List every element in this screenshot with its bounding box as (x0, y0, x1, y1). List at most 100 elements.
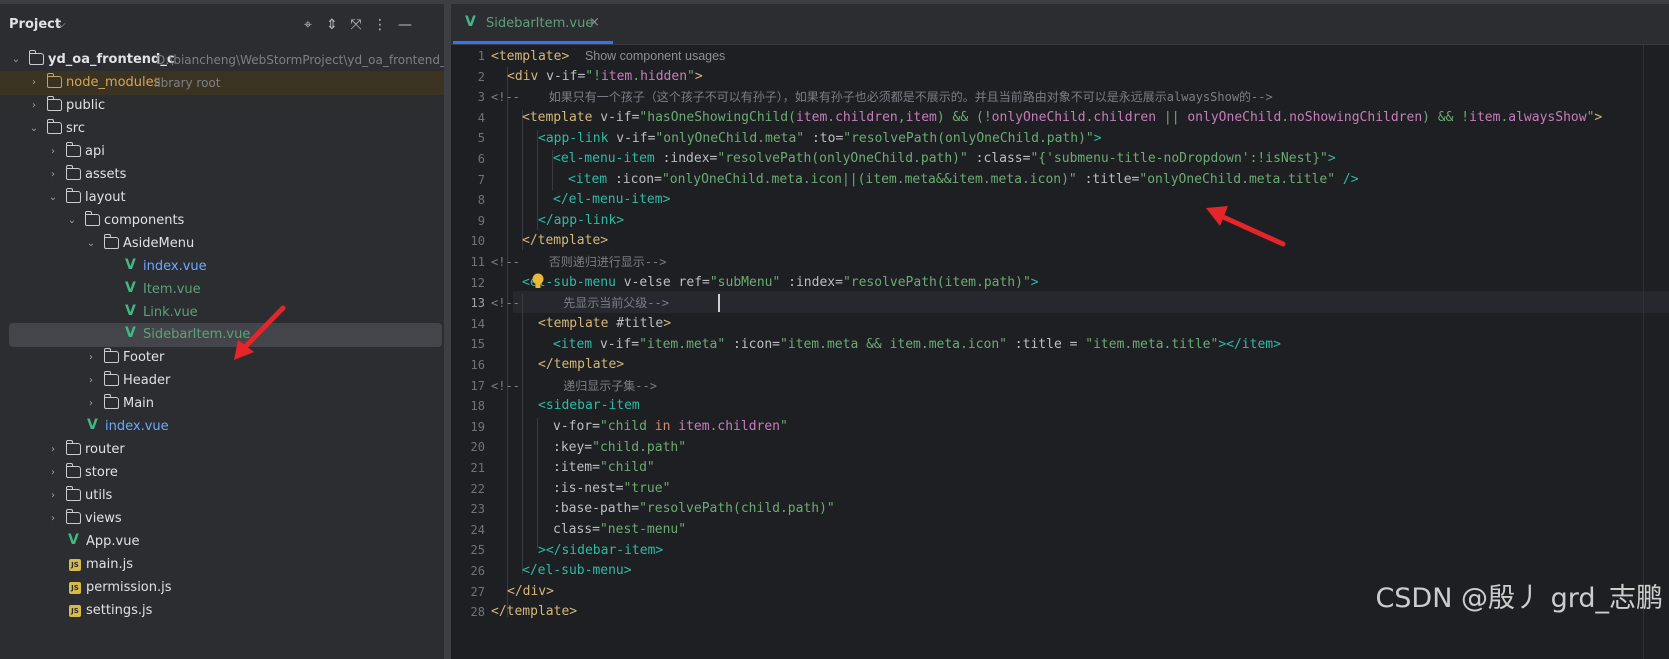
chevron-right-icon[interactable]: › (85, 392, 97, 416)
line-number[interactable]: 16 (451, 354, 485, 376)
tree-item-public[interactable]: › public (0, 94, 444, 118)
code-line-1[interactable]: <template> Show component usages (491, 45, 725, 68)
code-line-5[interactable]: <app-link v-if="onlyOneChild.meta" :to="… (538, 128, 1102, 150)
tree-item-node-modules[interactable]: › node_modules library root (0, 71, 444, 95)
code-line-14[interactable]: <template #title> (538, 313, 671, 335)
tree-item-header[interactable]: › Header (0, 369, 444, 393)
code-line-6[interactable]: <el-menu-item :index="resolvePath(onlyOn… (553, 148, 1336, 170)
code-line-9[interactable]: </app-link> (538, 210, 624, 232)
code-line-7[interactable]: <item :icon="onlyOneChild.meta.icon||(it… (568, 169, 1359, 191)
chevron-right-icon[interactable]: › (47, 438, 59, 462)
code-line-4[interactable]: <template v-if="hasOneShowingChild(item.… (522, 107, 1602, 129)
tree-item-src[interactable]: ⌄ src (0, 117, 444, 141)
line-number[interactable]: 19 (451, 416, 485, 438)
chevron-down-icon[interactable]: ⌵ (58, 19, 66, 30)
tree-item-index-vue[interactable]: V index.vue (0, 255, 444, 279)
code-line-17[interactable]: <!-- 递归显示子集--> (491, 375, 657, 397)
chevron-right-icon[interactable]: › (47, 140, 59, 164)
line-number[interactable]: 27 (451, 581, 485, 603)
expand-all-icon[interactable]: ⇕ (322, 15, 342, 35)
line-number[interactable]: 4 (451, 107, 485, 129)
line-number[interactable]: 7 (451, 169, 485, 191)
tree-item-api[interactable]: › api (0, 140, 444, 164)
code-line-2[interactable]: <div v-if="!item.hidden"> (507, 66, 703, 88)
tree-item-sidebaritem-vue[interactable]: V SidebarItem.vue (9, 323, 442, 347)
code-line-26[interactable]: </el-sub-menu> (522, 560, 632, 582)
tree-item-asidemenu[interactable]: ⌄ AsideMenu (0, 232, 444, 256)
code-line-10[interactable]: </template> (522, 230, 608, 252)
code-line-21[interactable]: :item="child" (553, 457, 655, 479)
chevron-right-icon[interactable]: › (85, 369, 97, 393)
code-line-13[interactable]: <!-- 先显示当前父级--> (491, 292, 669, 314)
code-line-27[interactable]: </div> (507, 581, 554, 603)
line-number[interactable]: 22 (451, 478, 485, 500)
line-number[interactable]: 28 (451, 601, 485, 623)
tree-item-settings-js[interactable]: JS settings.js (0, 599, 444, 623)
tree-item-root[interactable]: ⌄ yd_oa_frontend_c D:\biancheng\WebStorm… (0, 48, 444, 72)
close-icon[interactable]: × (589, 15, 600, 30)
line-number[interactable]: 2 (451, 66, 485, 88)
chevron-right-icon[interactable]: › (85, 346, 97, 370)
panel-splitter[interactable] (444, 4, 451, 659)
line-number[interactable]: 8 (451, 189, 485, 211)
chevron-down-icon[interactable]: ⌄ (85, 232, 97, 256)
tree-item-link-vue[interactable]: V Link.vue (0, 301, 444, 325)
tree-item-views[interactable]: › views (0, 507, 444, 531)
line-number[interactable]: 24 (451, 519, 485, 541)
tree-item-main-js[interactable]: JS main.js (0, 553, 444, 577)
tree-item-item-vue[interactable]: V Item.vue (0, 278, 444, 302)
line-number[interactable]: 15 (451, 333, 485, 355)
line-number[interactable]: 10 (451, 230, 485, 252)
tree-item-utils[interactable]: › utils (0, 484, 444, 508)
code-line-19[interactable]: v-for="child in item.children" (553, 416, 788, 438)
line-number[interactable]: 5 (451, 127, 485, 149)
line-number[interactable]: 18 (451, 395, 485, 417)
project-title[interactable]: Project (9, 17, 61, 32)
tab-sidebaritem-vue[interactable]: V SidebarItem.vue × (451, 4, 613, 44)
code-line-3[interactable]: <!-- 如果只有一个孩子（这个孩子不可以有孙子），如果有孙子也必须都是不展示的… (491, 86, 1273, 108)
line-number[interactable]: 17 (451, 375, 485, 397)
line-number[interactable]: 6 (451, 148, 485, 170)
chevron-right-icon[interactable]: › (28, 71, 40, 95)
code-line-8[interactable]: </el-menu-item> (553, 189, 670, 211)
inlay-hint-usages[interactable]: Show component usages (585, 49, 725, 63)
chevron-down-icon[interactable]: ⌄ (47, 186, 59, 210)
code-line-15[interactable]: <item v-if="item.meta" :icon="item.meta … (553, 334, 1281, 356)
code-line-22[interactable]: :is-nest="true" (553, 478, 670, 500)
more-options-icon[interactable]: ⋮ (370, 15, 390, 35)
tree-item-permission-js[interactable]: JS permission.js (0, 576, 444, 600)
code-line-11[interactable]: <!-- 否则递归进行显示--> (491, 251, 666, 273)
tree-item-app-vue[interactable]: V App.vue (0, 530, 444, 554)
code-line-16[interactable]: </template> (538, 354, 624, 376)
chevron-down-icon[interactable]: ⌄ (66, 209, 78, 233)
line-number[interactable]: 9 (451, 210, 485, 232)
tree-item-layout-index-vue[interactable]: V index.vue (0, 415, 444, 439)
chevron-right-icon[interactable]: › (47, 507, 59, 531)
tree-item-footer[interactable]: › Footer (0, 346, 444, 370)
code-line-12[interactable]: <el-sub-menu v-else ref="subMenu" :index… (522, 272, 1039, 294)
line-number[interactable]: 20 (451, 436, 485, 458)
tree-item-assets[interactable]: › assets (0, 163, 444, 187)
line-number[interactable]: 12 (451, 272, 485, 294)
line-number[interactable]: 14 (451, 313, 485, 335)
code-line-23[interactable]: :base-path="resolvePath(child.path)" (553, 498, 835, 520)
tree-item-store[interactable]: › store (0, 461, 444, 485)
line-number[interactable]: 26 (451, 560, 485, 582)
line-number[interactable]: 23 (451, 498, 485, 520)
collapse-all-icon[interactable]: ⤧ (346, 15, 366, 35)
chevron-right-icon[interactable]: › (28, 94, 40, 118)
code-line-28[interactable]: </template> (491, 601, 577, 623)
tree-item-layout[interactable]: ⌄ layout (0, 186, 444, 210)
code-line-25[interactable]: ></sidebar-item> (538, 540, 663, 562)
chevron-right-icon[interactable]: › (47, 484, 59, 508)
line-number[interactable]: 21 (451, 457, 485, 479)
tree-item-main[interactable]: › Main (0, 392, 444, 416)
code-line-24[interactable]: class="nest-menu" (553, 519, 686, 541)
chevron-right-icon[interactable]: › (47, 163, 59, 187)
minimize-icon[interactable]: — (395, 15, 415, 35)
line-number[interactable]: 13 (451, 292, 485, 314)
locate-icon[interactable]: ⌖ (298, 15, 318, 35)
chevron-down-icon[interactable]: ⌄ (10, 48, 22, 72)
line-number[interactable]: 3 (451, 86, 485, 108)
line-number[interactable]: 25 (451, 539, 485, 561)
